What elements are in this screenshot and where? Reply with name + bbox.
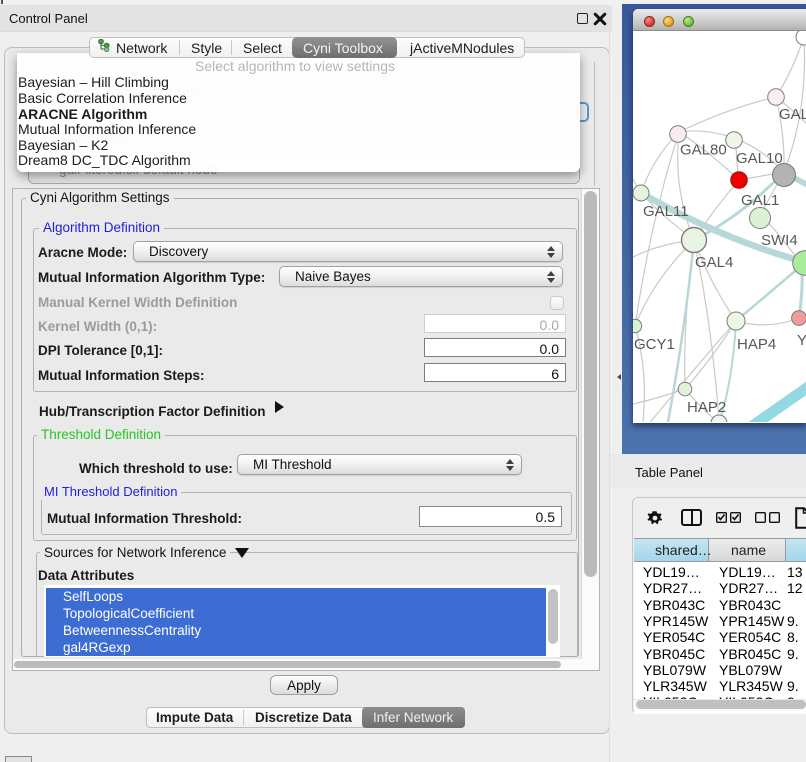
- svg-text:HAP4: HAP4: [737, 336, 776, 353]
- svg-text:HAP2: HAP2: [687, 399, 726, 416]
- svg-text:Y: Y: [797, 332, 806, 349]
- svg-text:GAL11: GAL11: [643, 203, 689, 220]
- svg-text:GAL1: GAL1: [741, 192, 779, 209]
- svg-text:SWI4: SWI4: [761, 232, 798, 249]
- svg-text:GAL4: GAL4: [695, 254, 733, 271]
- svg-text:GCY1: GCY1: [634, 336, 675, 353]
